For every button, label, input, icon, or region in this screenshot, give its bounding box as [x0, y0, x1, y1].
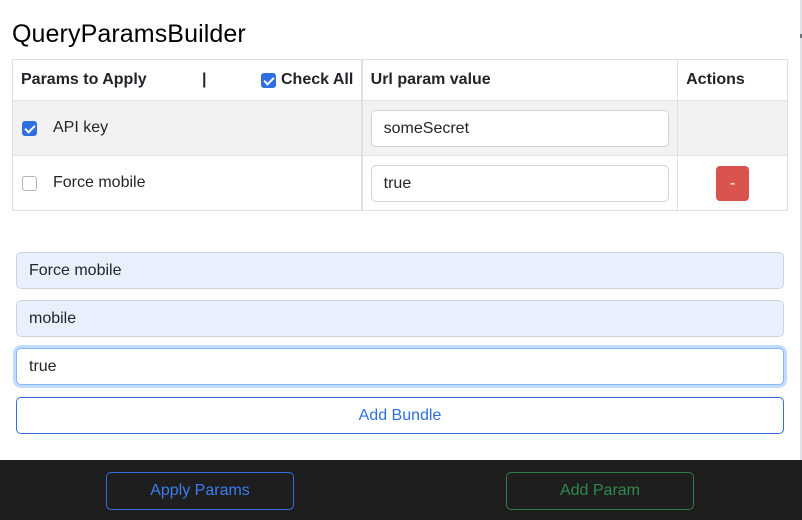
param-checkbox[interactable]: [22, 175, 37, 191]
params-table: Params to Apply | Check All Url param va…: [11, 59, 788, 211]
check-all-checkbox[interactable]: [261, 72, 276, 88]
param-value-input[interactable]: someSecret: [370, 109, 669, 147]
query-params-builder-window: QueryParamsBuilder Params to Apply | Che…: [0, 0, 802, 520]
add-bundle-button[interactable]: Add Bundle: [16, 397, 784, 434]
check-all-label[interactable]: Check All: [281, 71, 353, 89]
add-param-button[interactable]: Add Param: [506, 472, 694, 510]
table-row: Force mobile true -: [11, 155, 788, 211]
table-row: API key someSecret: [11, 100, 788, 156]
bundle-value-input[interactable]: true: [16, 348, 784, 385]
apply-params-button[interactable]: Apply Params: [106, 472, 294, 510]
actions-header: Actions: [677, 59, 788, 101]
table-header-row: Params to Apply | Check All Url param va…: [11, 59, 788, 101]
param-label: API key: [53, 119, 109, 136]
value-cell: true: [360, 155, 679, 211]
value-cell: someSecret: [360, 100, 679, 156]
page-title: QueryParamsBuilder: [12, 20, 246, 48]
url-value-header: Url param value: [360, 59, 679, 101]
footer-bar: Apply Params Add Param: [0, 460, 802, 520]
bundle-name-input[interactable]: Force mobile: [16, 252, 784, 289]
params-header-label: Params to Apply: [21, 71, 147, 88]
check-all-control[interactable]: Check All: [261, 71, 353, 89]
params-header: Params to Apply | Check All: [11, 59, 363, 101]
actions-cell: -: [677, 155, 788, 211]
header-separator: |: [202, 71, 207, 88]
param-cell: Force mobile: [11, 155, 363, 211]
param-value-input[interactable]: true: [370, 164, 669, 202]
remove-param-button[interactable]: -: [716, 165, 750, 201]
actions-cell: [677, 100, 788, 156]
param-label: Force mobile: [53, 174, 146, 191]
param-checkbox[interactable]: [22, 120, 37, 136]
param-cell: API key: [11, 100, 363, 156]
bundle-key-input[interactable]: mobile: [16, 300, 784, 337]
